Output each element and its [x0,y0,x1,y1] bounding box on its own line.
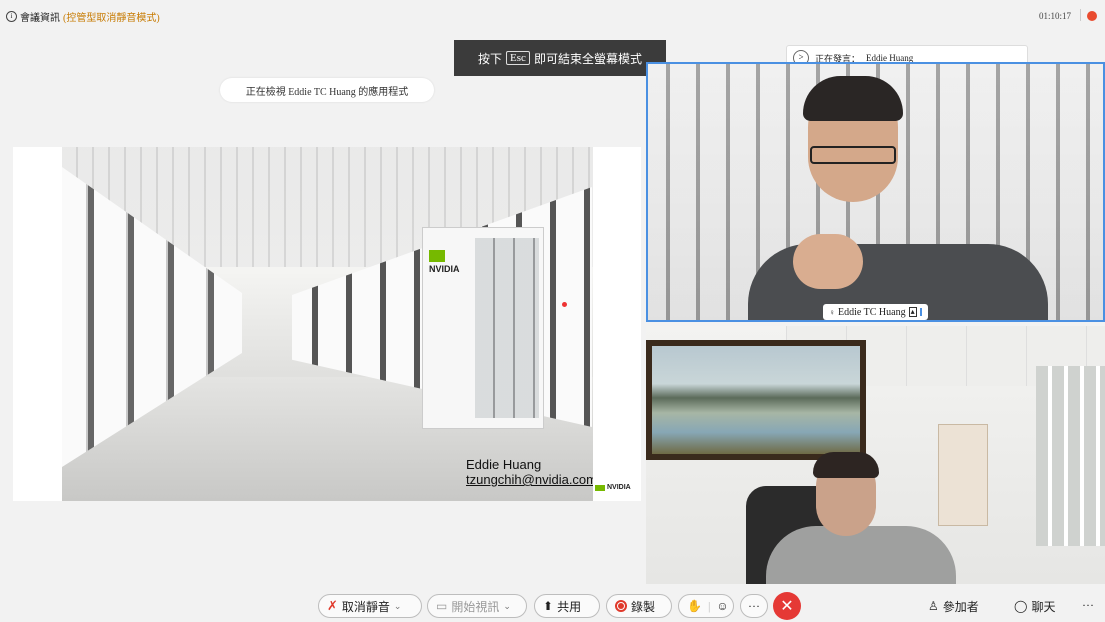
viewing-app-text: 正在檢視 Eddie TC Huang 的應用程式 [245,86,409,98]
chat-icon: ◯ [1014,599,1028,613]
nvidia-logo-mark [429,250,445,262]
participant-video [793,234,863,289]
participants-button[interactable]: ♙ 參加者 [928,598,979,615]
participant-name-label: ♀ Eddie TC Huang ▴ [823,304,928,320]
wall-scroll [938,424,988,526]
wall-painting [646,340,866,460]
info-icon: i [6,11,17,22]
mic-off-icon: ✗ [327,598,338,613]
video-tile-participant[interactable] [646,326,1105,584]
end-call-icon[interactable]: ✕ [773,592,801,620]
hand-icon[interactable]: ✋ [687,599,702,614]
screen-share-icon: ▴ [908,307,917,317]
viewing-app-pill[interactable]: 正在檢視 Eddie TC Huang 的應用程式 [220,78,434,102]
glass-doors [475,238,539,418]
status-light [562,302,567,307]
exit-fullscreen-banner: 按下 Esc 即可結束全螢幕模式 [454,40,666,76]
chat-label: 聊天 [1031,600,1056,614]
meeting-mode-label: (控管型取消靜音模式) [63,13,160,24]
record-dot-icon[interactable] [1087,11,1097,21]
divider: | [707,598,711,613]
share-label: 共用 [557,599,582,614]
unmute-button[interactable]: ✗ 取消靜音 ⌄ [318,594,422,618]
participant-video [810,146,896,164]
divider [1080,9,1081,21]
more-icon: ··· [1082,598,1094,612]
record-button[interactable]: 錄製 [606,594,672,618]
meeting-toolbar: ✗ 取消靜音 ⌄ ▭ 開始視訊 ⌄ ⬆ 共用 錄製 ✋ | ☺ ··· ✕ ♙ … [0,592,1105,622]
video-tile-active-speaker[interactable]: ♀ Eddie TC Huang ▴ [646,62,1105,322]
shared-screen: NVIDIA Eddie Huang tzungchih@nvidia.com … [13,147,641,501]
meeting-info-label: 會議資訊 [20,13,60,24]
nvidia-footer-logo: NVIDIA [595,484,631,491]
esc-key-badge: Esc [506,51,530,65]
participants-label: 參加者 [942,600,979,614]
participant-video [803,76,903,121]
emoji-icon[interactable]: ☺ [716,599,728,614]
share-icon: ⬆ [543,598,554,613]
start-video-label: 開始視訊 [451,599,500,614]
meeting-timer: 01:10:17 [1038,11,1071,21]
window-blinds [1036,366,1105,546]
slide-speaker-name: Eddie Huang [466,457,542,472]
chevron-down-icon[interactable]: ⌄ [503,601,511,612]
banner-suffix: 即可結束全螢幕模式 [533,51,642,66]
banner-prefix: 按下 [478,51,503,66]
chevron-down-icon[interactable]: ⌄ [394,601,402,612]
video-off-icon: ▭ [436,598,448,613]
chat-button[interactable]: ◯ 聊天 [1014,598,1055,615]
participant-video [766,526,956,584]
more-options-button[interactable]: ··· [740,594,768,618]
more-icon: ··· [748,598,760,613]
nvidia-footer-wordmark: NVIDIA [607,484,631,491]
participants-icon: ♙ [928,599,939,613]
start-video-button[interactable]: ▭ 開始視訊 ⌄ [427,594,527,618]
participant-video [813,452,879,478]
top-bar: i 會議資訊 (控管型取消靜音模式) 01:10:17 [0,0,1105,32]
share-button[interactable]: ⬆ 共用 [534,594,600,618]
nvidia-logo-mark [595,484,605,491]
unmute-label: 取消靜音 [341,599,390,614]
nvidia-cabinet-wordmark: NVIDIA [429,264,460,274]
record-label: 錄製 [631,599,656,614]
nvidia-logo: NVIDIA [429,250,460,274]
nvidia-cabinet: NVIDIA [422,227,544,429]
participant-name: Eddie TC Huang [838,306,906,318]
record-icon [615,600,627,612]
overflow-menu-button[interactable]: ··· [1082,598,1094,613]
meeting-info-button[interactable]: i 會議資訊 (控管型取消靜音模式) [6,9,160,24]
mic-icon: ♀ [829,307,835,317]
shared-slide: NVIDIA Eddie Huang tzungchih@nvidia.com [62,147,593,501]
slide-speaker-email: tzungchih@nvidia.com [466,472,593,487]
reactions-button[interactable]: ✋ | ☺ [678,594,734,618]
audio-level-icon [919,308,922,316]
